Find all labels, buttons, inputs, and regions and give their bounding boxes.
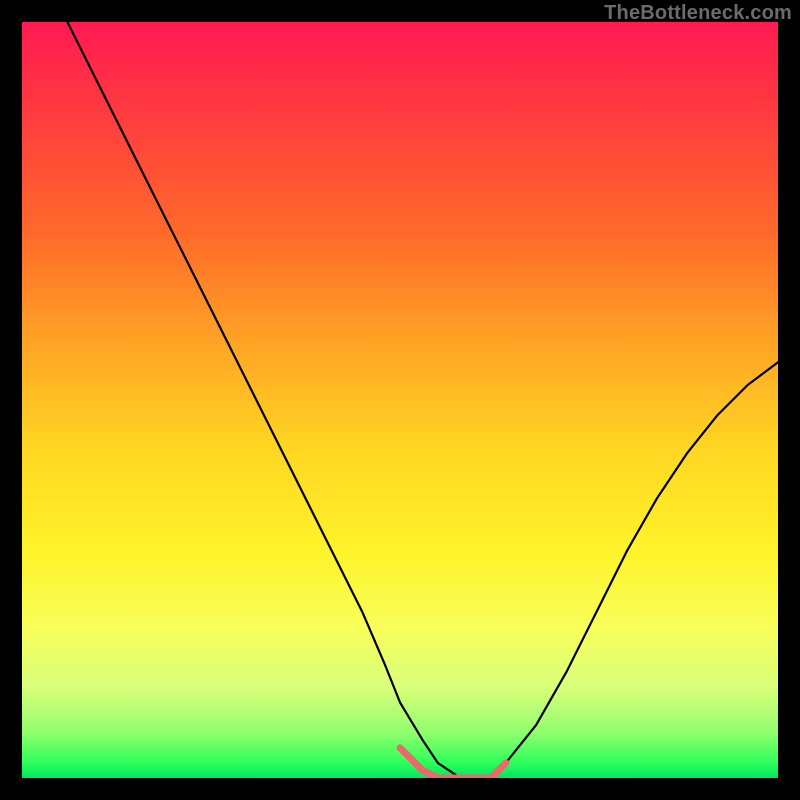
- plot-area: [22, 22, 778, 778]
- watermark-text: TheBottleneck.com: [604, 2, 792, 25]
- bottleneck-curve: [67, 22, 778, 778]
- chart-stage: TheBottleneck.com: [0, 0, 800, 800]
- curve-layer: [22, 22, 778, 778]
